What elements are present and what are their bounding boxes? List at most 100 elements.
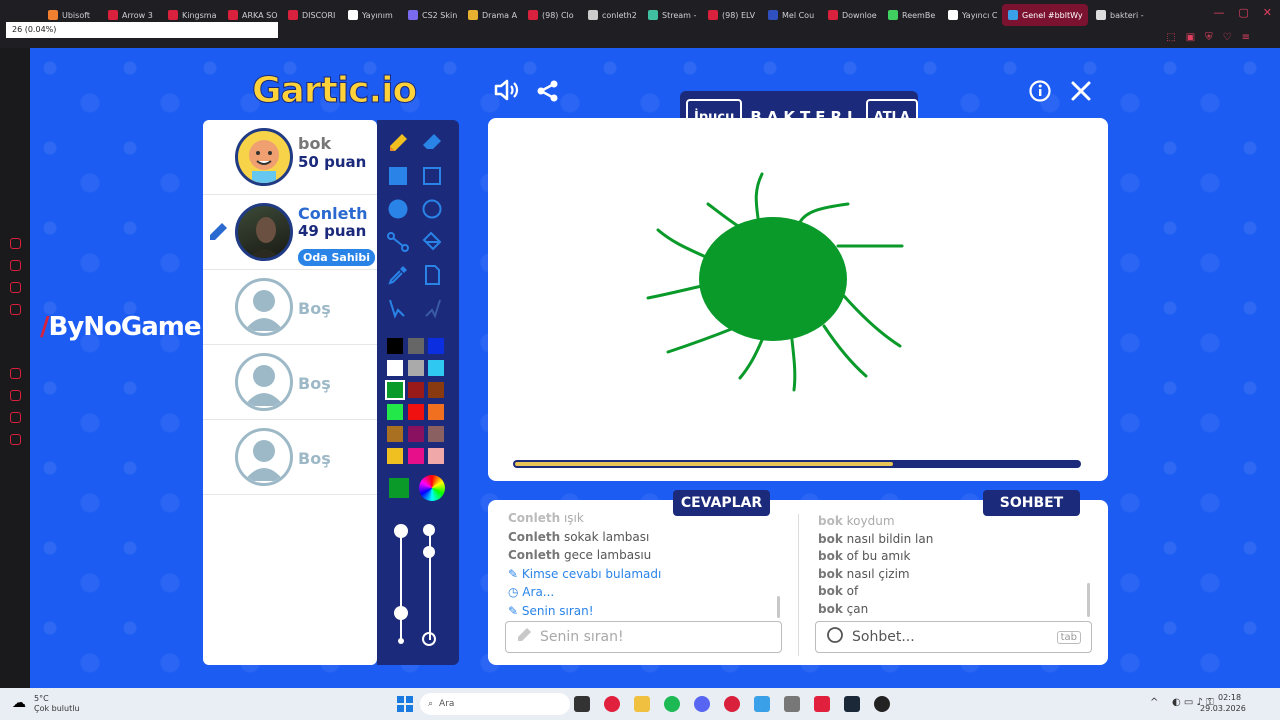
- browser-tab[interactable]: Yayınım: [342, 4, 400, 26]
- rectangle-icon[interactable]: [421, 165, 443, 187]
- color-swatch[interactable]: [385, 380, 405, 400]
- shield-icon[interactable]: ⛨: [1205, 32, 1213, 43]
- info-icon[interactable]: [1029, 80, 1051, 108]
- maximize-icon[interactable]: ▢: [1238, 6, 1248, 19]
- new-page-icon[interactable]: [421, 264, 443, 286]
- redo-icon[interactable]: [421, 297, 443, 319]
- fill-bucket-icon[interactable]: [421, 231, 443, 253]
- menu-icon[interactable]: ≡: [1242, 32, 1250, 43]
- color-swatch[interactable]: [407, 382, 424, 398]
- color-swatch[interactable]: [407, 360, 424, 376]
- app-icon[interactable]: [874, 696, 890, 712]
- bookmark-icon[interactable]: ♡: [1223, 32, 1232, 43]
- chat-scrollbar[interactable]: [1087, 583, 1090, 617]
- player-row[interactable]: Conleth 49 puan Oda Sahibi: [203, 195, 377, 270]
- browser-tab[interactable]: conleth2: [582, 4, 640, 26]
- color-picker-icon[interactable]: [387, 264, 409, 286]
- color-swatch[interactable]: [387, 338, 403, 354]
- slider-handle[interactable]: [423, 546, 435, 558]
- browser-tab[interactable]: Yayıncı C: [942, 4, 1000, 26]
- close-icon[interactable]: [1070, 80, 1092, 108]
- sound-icon[interactable]: [493, 78, 519, 108]
- color-swatch[interactable]: [407, 404, 424, 420]
- browser-tab[interactable]: (98) Clo: [522, 4, 580, 26]
- windows-start-icon[interactable]: [397, 696, 413, 712]
- color-swatch[interactable]: [428, 448, 444, 464]
- player-row[interactable]: Boş: [203, 420, 377, 495]
- slider-handle[interactable]: [394, 524, 408, 538]
- color-swatch[interactable]: [428, 426, 444, 442]
- spotify-icon[interactable]: [664, 696, 680, 712]
- answer-input[interactable]: Senin sıran!: [505, 621, 782, 653]
- color-swatch[interactable]: [428, 360, 444, 376]
- slider-handle[interactable]: [423, 524, 435, 536]
- undo-icon[interactable]: [387, 297, 409, 319]
- brush-size-slider[interactable]: [400, 530, 402, 640]
- weather-icon[interactable]: ☁: [12, 695, 26, 711]
- browser-tab[interactable]: ReemBe: [882, 4, 940, 26]
- sidebar-app-icon[interactable]: [10, 304, 21, 315]
- answers-scrollbar[interactable]: [777, 596, 780, 618]
- player-row[interactable]: Boş: [203, 345, 377, 420]
- app-icon[interactable]: [754, 696, 770, 712]
- browser-tab[interactable]: Genel #bbltWy: [1002, 4, 1088, 26]
- pencil-icon[interactable]: [387, 132, 409, 154]
- color-swatch[interactable]: [428, 404, 444, 420]
- opera-icon[interactable]: [604, 696, 620, 712]
- filled-circle-icon[interactable]: [387, 198, 409, 220]
- file-explorer-icon[interactable]: [634, 696, 650, 712]
- circle-icon[interactable]: [421, 198, 443, 220]
- settings-icon[interactable]: [784, 696, 800, 712]
- color-wheel-icon[interactable]: [419, 475, 445, 501]
- chat-input[interactable]: Sohbet... tab: [815, 621, 1092, 653]
- color-swatch[interactable]: [428, 382, 444, 398]
- line-tool-icon[interactable]: [387, 231, 409, 253]
- minimize-icon[interactable]: —: [1213, 6, 1224, 19]
- extension-icon[interactable]: ⬚: [1166, 32, 1175, 43]
- taskbar-search[interactable]: ⌕ Ara: [420, 693, 570, 715]
- sidebar-app-icon[interactable]: [10, 390, 21, 401]
- eraser-icon[interactable]: [421, 132, 443, 154]
- sidebar-app-icon[interactable]: [10, 260, 21, 271]
- browser-tab[interactable]: Drama A: [462, 4, 520, 26]
- drawing-canvas[interactable]: [488, 118, 1108, 481]
- player-row[interactable]: Boş: [203, 270, 377, 345]
- tab-chat[interactable]: SOHBET: [983, 490, 1080, 516]
- tray-chevron-icon[interactable]: ^: [1150, 697, 1158, 708]
- sidebar-app-icon[interactable]: [10, 238, 21, 249]
- weather-text: Çok bulutlu: [34, 704, 80, 713]
- share-icon[interactable]: [537, 80, 559, 108]
- browser-tab[interactable]: (98) ELV: [702, 4, 760, 26]
- sidebar-app-icon[interactable]: [10, 282, 21, 293]
- filled-rectangle-icon[interactable]: [387, 165, 409, 187]
- color-swatch[interactable]: [387, 404, 403, 420]
- app-icon[interactable]: [724, 696, 740, 712]
- browser-tab[interactable]: CS2 Skin: [402, 4, 460, 26]
- task-view-icon[interactable]: [574, 696, 590, 712]
- tab-answers[interactable]: CEVAPLAR: [673, 490, 770, 516]
- color-swatch[interactable]: [387, 426, 403, 442]
- sidebar-app-icon[interactable]: [10, 434, 21, 445]
- browser-tab[interactable]: Downloe: [822, 4, 880, 26]
- extension-icon[interactable]: ▣: [1186, 32, 1195, 43]
- browser-tab[interactable]: bakteri -: [1090, 4, 1148, 26]
- browser-tab[interactable]: Mel Cou: [762, 4, 820, 26]
- color-swatch[interactable]: [407, 426, 424, 442]
- player-row[interactable]: bok 50 puan: [203, 120, 377, 195]
- tab-favicon-icon: [828, 10, 838, 20]
- color-swatch[interactable]: [407, 338, 424, 354]
- color-swatch[interactable]: [387, 448, 403, 464]
- discord-icon[interactable]: [694, 696, 710, 712]
- sidebar-app-icon[interactable]: [10, 412, 21, 423]
- color-swatch[interactable]: [407, 448, 424, 464]
- browser-tab-label: Drama A: [482, 10, 518, 20]
- slider-handle[interactable]: [394, 606, 408, 620]
- steam-icon[interactable]: [844, 696, 860, 712]
- color-swatch[interactable]: [428, 338, 444, 354]
- app-icon[interactable]: [814, 696, 830, 712]
- close-window-icon[interactable]: ✕: [1263, 6, 1272, 19]
- sidebar-app-icon[interactable]: [10, 368, 21, 379]
- color-swatch[interactable]: [387, 360, 403, 376]
- browser-tab[interactable]: DISCORI: [282, 4, 340, 26]
- browser-tab[interactable]: Stream -: [642, 4, 700, 26]
